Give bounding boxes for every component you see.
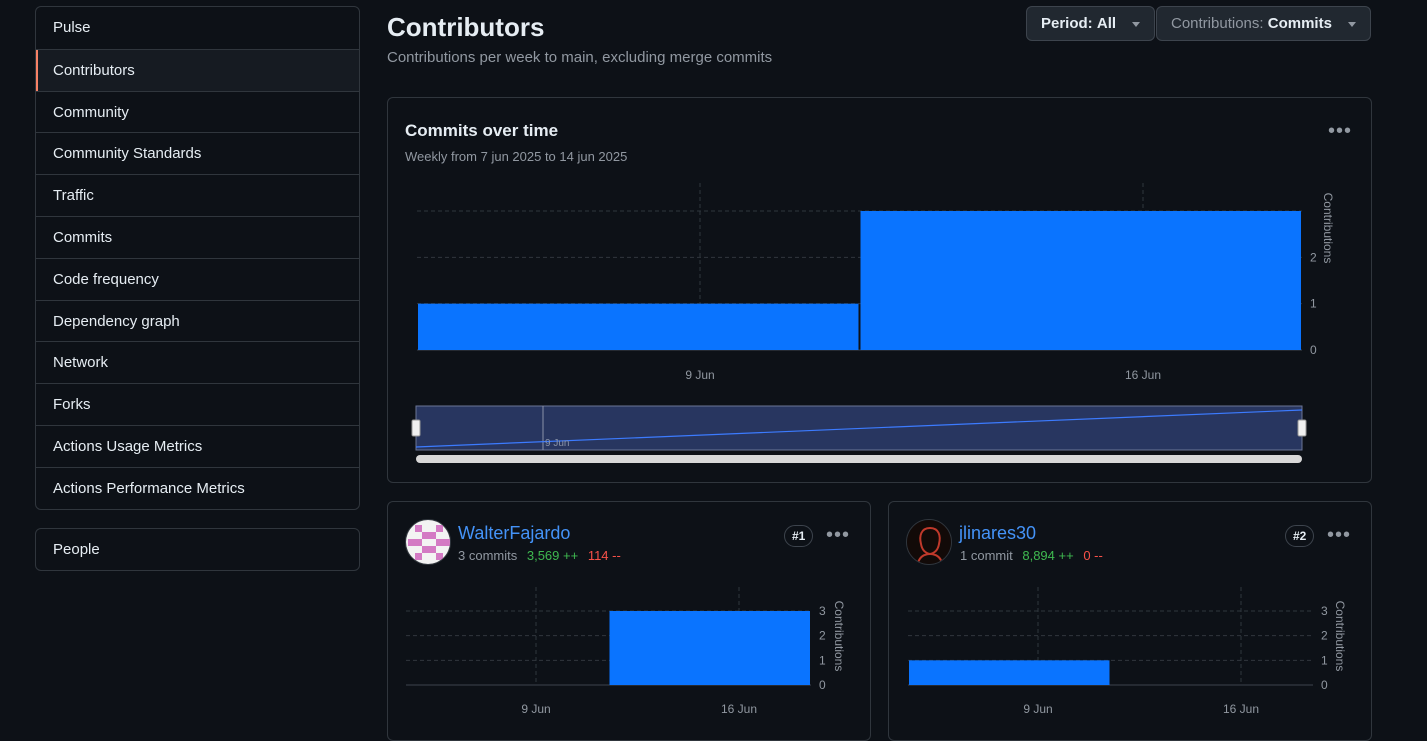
y-tick-label: 0 (1310, 343, 1317, 357)
y-tick-label: 2 (819, 629, 826, 643)
contributor-chart: 9 Jun 16 Jun 0 1 2 3 Contributions (908, 587, 1347, 716)
y-tick-label: 2 (1321, 629, 1328, 643)
sidebar-item-contributors[interactable]: Contributors (36, 48, 359, 91)
sidebar-item-traffic[interactable]: Traffic (36, 174, 359, 216)
sidebar-item-actions-usage-metrics[interactable]: Actions Usage Metrics (36, 424, 359, 467)
y-tick-label: 0 (1321, 678, 1328, 692)
contributions-label: Contributions: (1171, 15, 1264, 32)
sidebar-item-actions-performance-metrics[interactable]: Actions Performance Metrics (36, 466, 359, 509)
x-tick-label: 16 Jun (1125, 368, 1161, 382)
y-axis-title: Contributions (832, 601, 846, 672)
people-nav: People (35, 527, 360, 572)
sidebar-item-code-frequency[interactable]: Code frequency (36, 257, 359, 300)
y-tick-label: 1 (1321, 653, 1328, 667)
bar (418, 303, 859, 350)
page-title: Contributors (387, 12, 545, 42)
navigator-label: 9 Jun (545, 438, 569, 449)
contributor-card-walterfajardo: WalterFajardo 3 commits 3,569 ++ 114 -- … (387, 501, 871, 741)
sidebar-item-pulse[interactable]: Pulse (36, 7, 359, 49)
x-tick-label: 16 Jun (721, 702, 757, 716)
y-tick-label: 3 (1321, 604, 1328, 618)
page-subtitle: Contributions per week to main, excludin… (387, 49, 773, 66)
navigator-scrollbar[interactable] (416, 455, 1302, 463)
period-value: All (1096, 15, 1117, 32)
sidebar-item-commits[interactable]: Commits (36, 215, 359, 258)
y-tick-label: 0 (819, 678, 826, 692)
contributions-value: Commits (1267, 15, 1332, 32)
bar (860, 211, 1301, 350)
x-tick-label: 16 Jun (1223, 702, 1259, 716)
y-axis-title: Contributions (1333, 601, 1347, 672)
sidebar-item-network[interactable]: Network (36, 341, 359, 383)
contributions-dropdown[interactable]: Contributions: Commits (1156, 6, 1372, 41)
commits-over-time-card: Commits over time Weekly from 7 jun 2025… (387, 97, 1372, 483)
period-dropdown[interactable]: Period: All (1026, 6, 1156, 41)
sidebar: Pulse Contributors Community Community S… (35, 6, 360, 572)
x-tick-label: 9 Jun (685, 368, 714, 382)
sidebar-item-community[interactable]: Community (36, 90, 359, 133)
y-tick-label: 1 (1310, 297, 1317, 311)
navigator-left-handle[interactable] (411, 419, 421, 437)
navigator-right-handle[interactable] (1297, 419, 1307, 437)
y-tick-label: 2 (1310, 250, 1317, 264)
sidebar-item-forks[interactable]: Forks (36, 383, 359, 425)
insights-nav: Pulse Contributors Community Community S… (35, 6, 360, 510)
y-axis-title: Contributions (1321, 193, 1335, 264)
contributor-chart: 9 Jun 16 Jun 0 1 2 3 Contributions (406, 587, 846, 716)
period-label: Period: (1041, 15, 1093, 32)
bar (909, 660, 1110, 685)
y-tick-label: 1 (819, 653, 826, 667)
sidebar-item-dependency-graph[interactable]: Dependency graph (36, 299, 359, 342)
contributor-card-jlinares30: jlinares30 1 commit 8,894 ++ 0 -- #2 •••… (888, 501, 1372, 741)
chevron-down-icon (1348, 21, 1357, 27)
x-tick-label: 9 Jun (521, 702, 550, 716)
bar (609, 611, 810, 685)
commits-chart: 9 Jun 16 Jun 0 1 2 Contributions 9 Jun (411, 183, 1335, 463)
x-tick-label: 9 Jun (1023, 702, 1052, 716)
chevron-down-icon (1132, 21, 1141, 27)
sidebar-item-people[interactable]: People (36, 529, 359, 571)
y-tick-label: 3 (819, 604, 826, 618)
sidebar-item-community-standards[interactable]: Community Standards (36, 132, 359, 174)
